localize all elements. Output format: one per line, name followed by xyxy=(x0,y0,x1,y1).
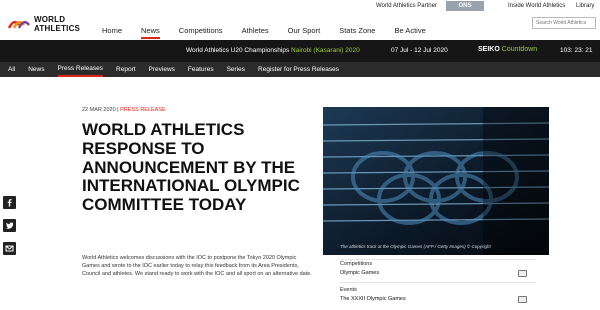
nav-home[interactable]: Home xyxy=(102,26,122,39)
section-tab-news[interactable]: News xyxy=(28,62,44,77)
nav-our-sport[interactable]: Our Sport xyxy=(288,26,321,39)
nav-news[interactable]: News xyxy=(141,26,160,39)
championship-dates: 07 Jul - 12 Jul 2020 xyxy=(391,47,448,54)
championship-venue: Nairobi (Kasarani) 2020 xyxy=(291,47,360,54)
championship-bar[interactable]: World Athletics U20 Championships Nairob… xyxy=(0,40,600,62)
share-twitter-button[interactable] xyxy=(3,219,16,232)
olympic-rings-track-image xyxy=(323,107,549,255)
partner-label: World Athletics Partner xyxy=(376,3,437,9)
section-tab-previews[interactable]: Previews xyxy=(149,62,175,77)
news-section-nav: All News Press Releases Report Previews … xyxy=(0,62,600,77)
events-value[interactable]: The XXXII Olympic Games xyxy=(340,296,406,302)
section-tab-features[interactable]: Features xyxy=(188,62,214,77)
sponsor-logo: SEIKO xyxy=(478,46,500,53)
site-header: WORLD ATHLETICS World Athletics Partner … xyxy=(0,0,600,40)
world-athletics-logo[interactable]: WORLD ATHLETICS xyxy=(8,14,88,34)
section-tab-all[interactable]: All xyxy=(8,62,15,77)
share-email-button[interactable] xyxy=(3,242,16,255)
championship-name: World Athletics U20 Championships xyxy=(186,47,290,54)
search-input[interactable] xyxy=(532,17,596,29)
share-facebook-button[interactable] xyxy=(3,196,16,209)
article-hero-image xyxy=(323,107,549,255)
competitions-label: Competitions xyxy=(340,261,373,267)
twitter-icon xyxy=(5,222,14,229)
article-date: 22 MAR 2020 xyxy=(82,107,116,113)
brand-line-1: WORLD xyxy=(34,15,66,24)
main-nav: Home News Competitions Athletes Our Spor… xyxy=(102,26,445,39)
section-tab-press-releases[interactable]: Press Releases xyxy=(57,62,104,77)
article-headline: World Athletics Response to Announcement… xyxy=(82,120,300,215)
calendar-icon[interactable] xyxy=(518,270,527,277)
section-tab-report[interactable]: Report xyxy=(116,62,136,77)
competitions-value[interactable]: Olympic Games xyxy=(340,270,379,276)
image-caption: The athletics track at the Olympic Games… xyxy=(340,244,491,249)
divider xyxy=(340,282,536,283)
section-tab-register[interactable]: Register for Press Releases xyxy=(258,62,339,77)
countdown-timer: 103: 23: 21 xyxy=(560,47,593,54)
inside-world-athletics-link[interactable]: Inside World Athletics xyxy=(508,3,565,9)
partner-logo[interactable]: ONS xyxy=(446,1,484,11)
nav-stats-zone[interactable]: Stats Zone xyxy=(339,26,375,39)
library-link[interactable]: Library xyxy=(576,3,594,9)
article-meta: 22 MAR 2020 | PRESS RELEASE xyxy=(82,107,166,113)
email-icon xyxy=(5,245,14,252)
nav-athletes[interactable]: Athletes xyxy=(242,26,269,39)
article-category[interactable]: PRESS RELEASE xyxy=(120,107,166,113)
logo-mark-icon xyxy=(8,20,30,29)
section-tab-series[interactable]: Series xyxy=(227,62,245,77)
facebook-icon xyxy=(7,199,12,207)
article-body: World Athletics welcomes discussions wit… xyxy=(82,255,312,278)
nav-be-active[interactable]: Be Active xyxy=(394,26,425,39)
calendar-icon[interactable] xyxy=(518,296,527,303)
countdown-label: Countdown xyxy=(501,46,538,53)
events-label: Events xyxy=(340,287,357,293)
brand-line-2: ATHLETICS xyxy=(34,24,81,33)
nav-competitions[interactable]: Competitions xyxy=(179,26,223,39)
divider xyxy=(340,259,536,260)
